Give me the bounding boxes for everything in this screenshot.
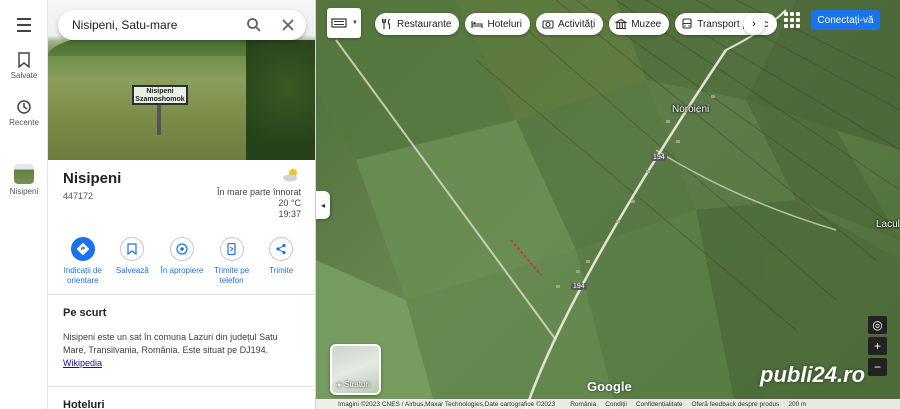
recent-place-nisipeni[interactable]: Nisipeni xyxy=(0,164,48,196)
bush xyxy=(246,40,315,160)
summary-heading: Pe scurt xyxy=(63,307,107,319)
collapse-panel-button[interactable]: ◂ xyxy=(316,191,330,219)
nearby-button[interactable]: În apropiere xyxy=(157,237,207,286)
chip-activities-label: Activități xyxy=(557,18,596,30)
chip-hotels[interactable]: Hoteluri xyxy=(465,13,530,35)
summary-body: Nisipeni este un sat în comuna Lazuri di… xyxy=(63,332,278,355)
google-logo: Google xyxy=(587,379,632,394)
directions-label: Indicații de orientare xyxy=(63,266,102,285)
chip-activities[interactable]: Activități xyxy=(535,13,604,35)
my-location-button[interactable]: ◎ xyxy=(868,316,887,334)
divider xyxy=(48,386,315,387)
phone-icon xyxy=(227,243,236,255)
bed-icon xyxy=(471,21,484,28)
save-button[interactable]: Salvează xyxy=(108,237,158,286)
action-row: Indicații de orientare Salvează În aprop… xyxy=(58,237,306,286)
weather-widget: În mare parte înnorat 20 °C 19:37 xyxy=(217,168,301,220)
zoom-controls: ◎ + − xyxy=(868,316,887,379)
chip-museums-label: Muzee xyxy=(631,18,662,30)
divider xyxy=(48,294,315,295)
recent-place-label: Nisipeni xyxy=(9,187,39,196)
keyboard-icon xyxy=(331,18,347,28)
museum-icon xyxy=(615,18,628,30)
directions-button[interactable]: Indicații de orientare xyxy=(58,237,108,286)
share-icon xyxy=(276,243,286,255)
sign-post xyxy=(157,105,161,135)
recent-button[interactable]: Recente xyxy=(0,99,48,127)
road-shield-194: 194 xyxy=(571,283,587,290)
sign-line2: Szamoshomok xyxy=(135,96,185,103)
map-canvas[interactable]: Noroieni 194 194 Lacul xyxy=(316,0,900,409)
location-icon: ◎ xyxy=(872,318,883,332)
summary-text: Nisipeni este un sat în comuna Lazuri di… xyxy=(63,331,293,370)
chip-restaurants-label: Restaurante xyxy=(397,18,452,30)
camera-icon xyxy=(542,20,554,29)
layers-icon: ◈ xyxy=(336,380,343,389)
chip-museums[interactable]: Muzee xyxy=(609,13,670,35)
search-input[interactable] xyxy=(72,18,222,32)
place-panel: Nisipeni Szamoshomok Nisipeni 447172 În … xyxy=(48,0,316,409)
chevron-right-icon: › xyxy=(752,18,756,30)
recent-label: Recente xyxy=(9,118,39,127)
saved-label: Salvate xyxy=(10,71,38,80)
nearby-icon xyxy=(176,243,188,255)
town-label-noroieni: Noroieni xyxy=(672,104,710,115)
send-to-phone-label: Trimite pe telefon xyxy=(213,266,250,285)
terms-link[interactable]: Condiții xyxy=(605,401,627,408)
scale-label[interactable]: 200 m xyxy=(788,401,806,408)
chevron-down-icon: ▼ xyxy=(352,20,358,26)
weather-time: 19:37 xyxy=(278,209,301,219)
imagery-credit: Imagini ©2023 CNES / Airbus,Maxar Techno… xyxy=(338,400,556,408)
menu-icon[interactable] xyxy=(0,16,48,34)
directions-icon xyxy=(76,243,89,255)
layers-button[interactable]: ◈ Straturi xyxy=(330,344,381,395)
bookmark-icon xyxy=(127,243,137,255)
country-link[interactable]: România xyxy=(570,401,596,408)
search-box xyxy=(58,10,306,40)
feedback-link[interactable]: Oferă feedback despre produs xyxy=(692,401,780,408)
chips-next-button[interactable]: › xyxy=(743,13,765,35)
zoom-out-button[interactable]: − xyxy=(868,358,887,376)
hotels-heading: Hoteluri xyxy=(63,399,105,409)
place-title: Nisipeni xyxy=(63,170,122,187)
maps-app: Salvate Recente Nisipeni Nisipeni Szamos… xyxy=(0,0,900,409)
watermark-logo: publi24.ro xyxy=(760,362,866,387)
bus-icon xyxy=(682,18,692,29)
map-mode-toggle[interactable]: ▼ xyxy=(327,8,361,38)
chip-restaurants[interactable]: Restaurante xyxy=(375,13,460,35)
share-label: Trimite xyxy=(269,266,294,275)
sign-line1: Nisipeni xyxy=(146,88,174,95)
close-icon[interactable] xyxy=(280,17,296,33)
share-button[interactable]: Trimite xyxy=(256,237,306,286)
village-sign: Nisipeni Szamoshomok xyxy=(132,85,188,105)
attribution-bar: Imagini ©2023 CNES / Airbus,Maxar Techno… xyxy=(316,399,900,409)
chip-hotels-label: Hoteluri xyxy=(487,18,522,30)
google-apps-icon[interactable] xyxy=(784,12,800,28)
weather-condition: În mare parte înnorat xyxy=(216,187,301,197)
privacy-link[interactable]: Confidențialitate xyxy=(636,401,683,408)
satellite-imagery xyxy=(316,0,900,409)
nearby-label: În apropiere xyxy=(160,266,204,275)
road-shield-194: 194 xyxy=(651,154,667,161)
place-thumbnail xyxy=(14,164,34,184)
send-to-phone-button[interactable]: Trimite pe telefon xyxy=(207,237,257,286)
fork-knife-icon xyxy=(381,18,391,29)
zoom-in-button[interactable]: + xyxy=(868,337,887,355)
saved-button[interactable]: Salvate xyxy=(0,52,48,80)
wikipedia-link[interactable]: Wikipedia xyxy=(63,358,102,368)
save-label: Salvează xyxy=(115,266,149,275)
postal-code: 447172 xyxy=(63,191,94,201)
history-icon xyxy=(17,100,31,114)
lake-label: Lacul xyxy=(876,219,900,230)
category-chips: Restaurante Hoteluri Activități Muzee Tr… xyxy=(375,13,777,35)
layers-label: Straturi xyxy=(344,380,370,389)
left-rail: Salvate Recente Nisipeni xyxy=(0,0,48,409)
sign-in-button[interactable]: Conectați-vă xyxy=(811,10,880,30)
search-icon[interactable] xyxy=(246,17,262,33)
weather-temperature: 20 °C xyxy=(278,198,301,208)
bookmark-icon xyxy=(18,52,30,68)
chevron-left-icon: ◂ xyxy=(320,200,325,210)
partly-cloudy-icon xyxy=(283,169,297,182)
layers-label-wrap: ◈ Straturi xyxy=(336,380,370,389)
